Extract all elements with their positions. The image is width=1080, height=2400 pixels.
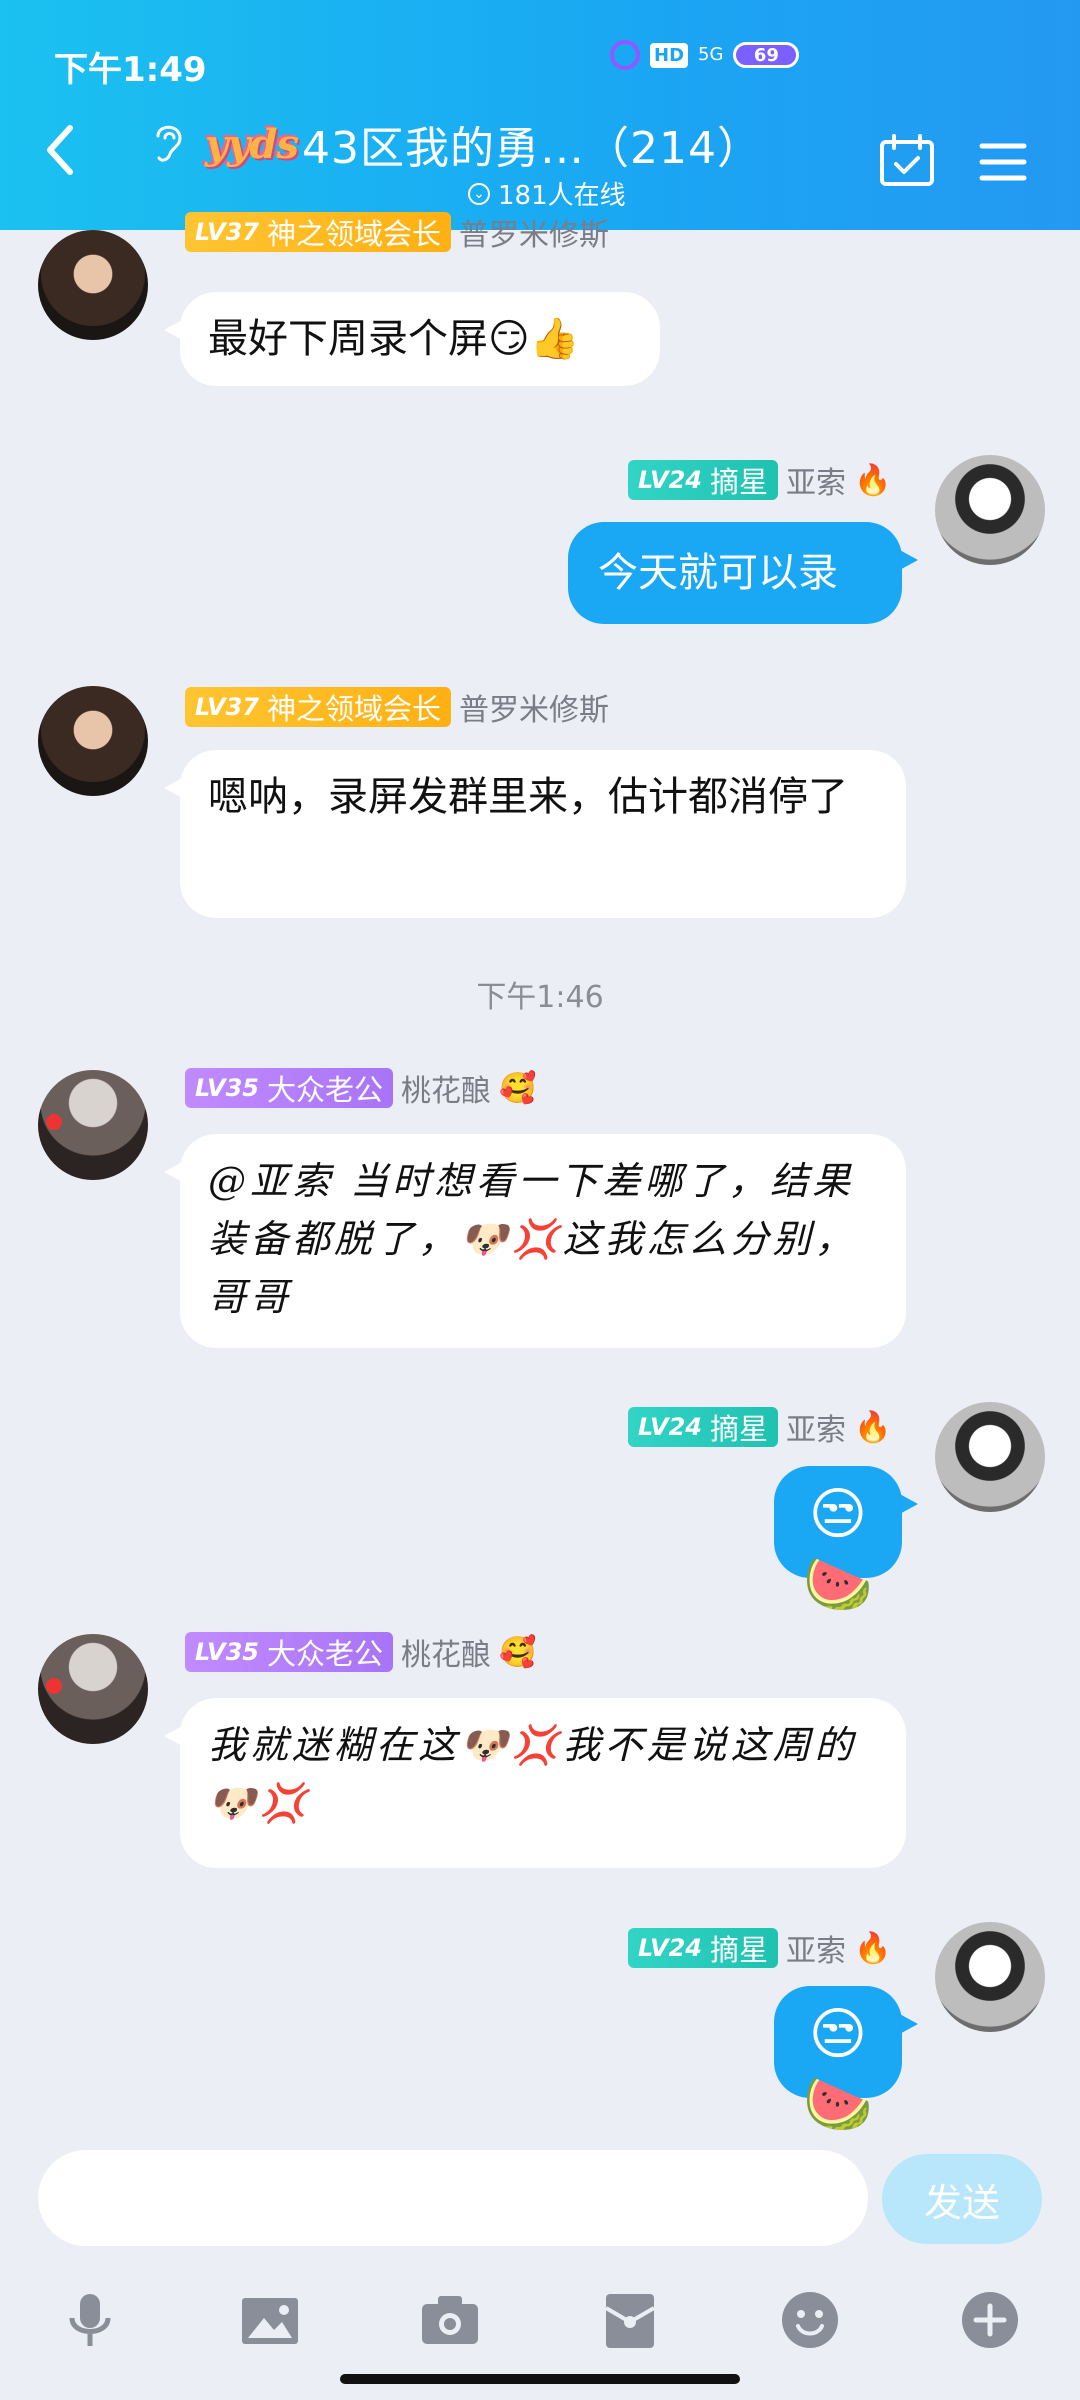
sender-name: 桃花酿 — [400, 1074, 491, 1109]
home-indicator[interactable] — [340, 2374, 740, 2384]
flower-face-icon: 🥰 — [498, 1634, 537, 1670]
back-arrow-icon[interactable] — [40, 120, 80, 180]
ear-icon[interactable] — [150, 120, 186, 166]
status-time: 下午1:49 — [54, 50, 207, 90]
send-button[interactable]: 发送 — [882, 2154, 1042, 2244]
level-badge: LV37 神之领域会长 — [185, 212, 451, 252]
camera-icon[interactable] — [420, 2290, 480, 2350]
image-icon[interactable] — [240, 2290, 300, 2350]
level-badge: LV24 摘星 — [628, 1407, 778, 1447]
message-bubble[interactable]: 最好下周录个屏😏👍 — [164, 292, 660, 386]
signal-icon: 5G — [698, 44, 724, 65]
avatar[interactable] — [935, 455, 1045, 565]
avatar[interactable] — [38, 686, 148, 796]
input-bar: 发送 — [0, 2130, 1080, 2400]
level-badge: LV24 摘星 — [628, 460, 778, 500]
sender-name: 普罗米修斯 — [458, 693, 609, 728]
avatar[interactable] — [935, 1402, 1045, 1512]
emoji-icon[interactable] — [780, 2290, 840, 2350]
message-bubble[interactable]: @亚索 当时想看一下差哪了，结果装备都脱了，🐶💢这我怎么分别，哥哥 — [164, 1134, 906, 1348]
sender-name: 亚索 — [785, 1413, 846, 1448]
sender-meta: LV37 神之领域会长 普罗米修斯 — [185, 685, 609, 729]
timestamp: 下午1:46 — [476, 980, 604, 1015]
group-title[interactable]: yyds 43区我的勇…（214） — [205, 112, 762, 176]
alarm-icon — [610, 40, 640, 70]
hd-icon: HD — [650, 42, 689, 68]
calendar-check-icon[interactable] — [878, 134, 936, 188]
sender-meta: LV24 摘星 亚索 🔥 — [628, 1405, 891, 1449]
status-icons: HD 5G 69 — [610, 40, 800, 70]
fire-icon: 🔥 — [853, 1409, 892, 1445]
online-count[interactable]: ⌄ 181人在线 — [468, 175, 626, 212]
fire-icon: 🔥 — [853, 462, 892, 498]
level-badge: LV35 大众老公 — [185, 1632, 393, 1672]
sender-name: 普罗米修斯 — [458, 218, 609, 253]
fire-icon: 🔥 — [853, 1930, 892, 1966]
sender-meta: LV37 神之领域会长 普罗米修斯 — [185, 210, 609, 254]
menu-icon[interactable] — [978, 140, 1028, 184]
chat-header: 下午1:49 HD 5G 69 yyds 43区我的勇…（214） ⌄ 181人… — [0, 0, 1080, 230]
message-bubble[interactable]: 今天就可以录 — [568, 522, 918, 624]
sender-name: 亚索 — [785, 1934, 846, 1969]
sender-name: 桃花酿 — [400, 1638, 491, 1673]
sender-meta: LV35 大众老公 桃花酿 🥰 — [185, 1630, 536, 1674]
yyds-logo: yyds — [205, 120, 299, 168]
sender-name: 亚索 — [785, 466, 846, 501]
sender-meta: LV35 大众老公 桃花酿 🥰 — [185, 1066, 536, 1110]
flower-face-icon: 🥰 — [498, 1070, 537, 1106]
level-badge: LV35 大众老公 — [185, 1068, 393, 1108]
message-list[interactable]: LV37 神之领域会长 普罗米修斯 最好下周录个屏😏👍 LV24 摘星 亚索 🔥 今… — [0, 212, 1080, 2137]
message-input[interactable] — [38, 2150, 868, 2246]
sender-meta: LV24 摘星 亚索 🔥 — [628, 1926, 891, 1970]
battery-icon: 69 — [733, 42, 800, 68]
plus-icon[interactable] — [960, 2290, 1020, 2350]
red-packet-icon[interactable] — [600, 2290, 660, 2350]
online-count-text: 181人在线 — [498, 181, 626, 211]
message-bubble[interactable]: 嗯呐，录屏发群里来，估计都消停了 — [164, 750, 906, 918]
chevron-down-icon: ⌄ — [468, 182, 490, 205]
avatar[interactable] — [935, 1922, 1045, 2032]
avatar[interactable] — [38, 1634, 148, 1744]
microphone-icon[interactable] — [60, 2290, 120, 2350]
toolbar — [0, 2290, 1080, 2370]
group-name: 43区我的勇…（214） — [301, 123, 762, 174]
level-badge: LV37 神之领域会长 — [185, 687, 451, 727]
sender-meta: LV24 摘星 亚索 🔥 — [628, 458, 891, 502]
avatar[interactable] — [38, 230, 148, 340]
message-bubble[interactable]: 我就迷糊在这🐶💢我不是说这周的🐶💢 — [164, 1698, 906, 1868]
avatar[interactable] — [38, 1070, 148, 1180]
sticker-message[interactable]: 😒🍉 — [774, 1466, 918, 1617]
level-badge: LV24 摘星 — [628, 1928, 778, 1968]
sticker-message[interactable]: 😒🍉 — [774, 1986, 918, 2137]
